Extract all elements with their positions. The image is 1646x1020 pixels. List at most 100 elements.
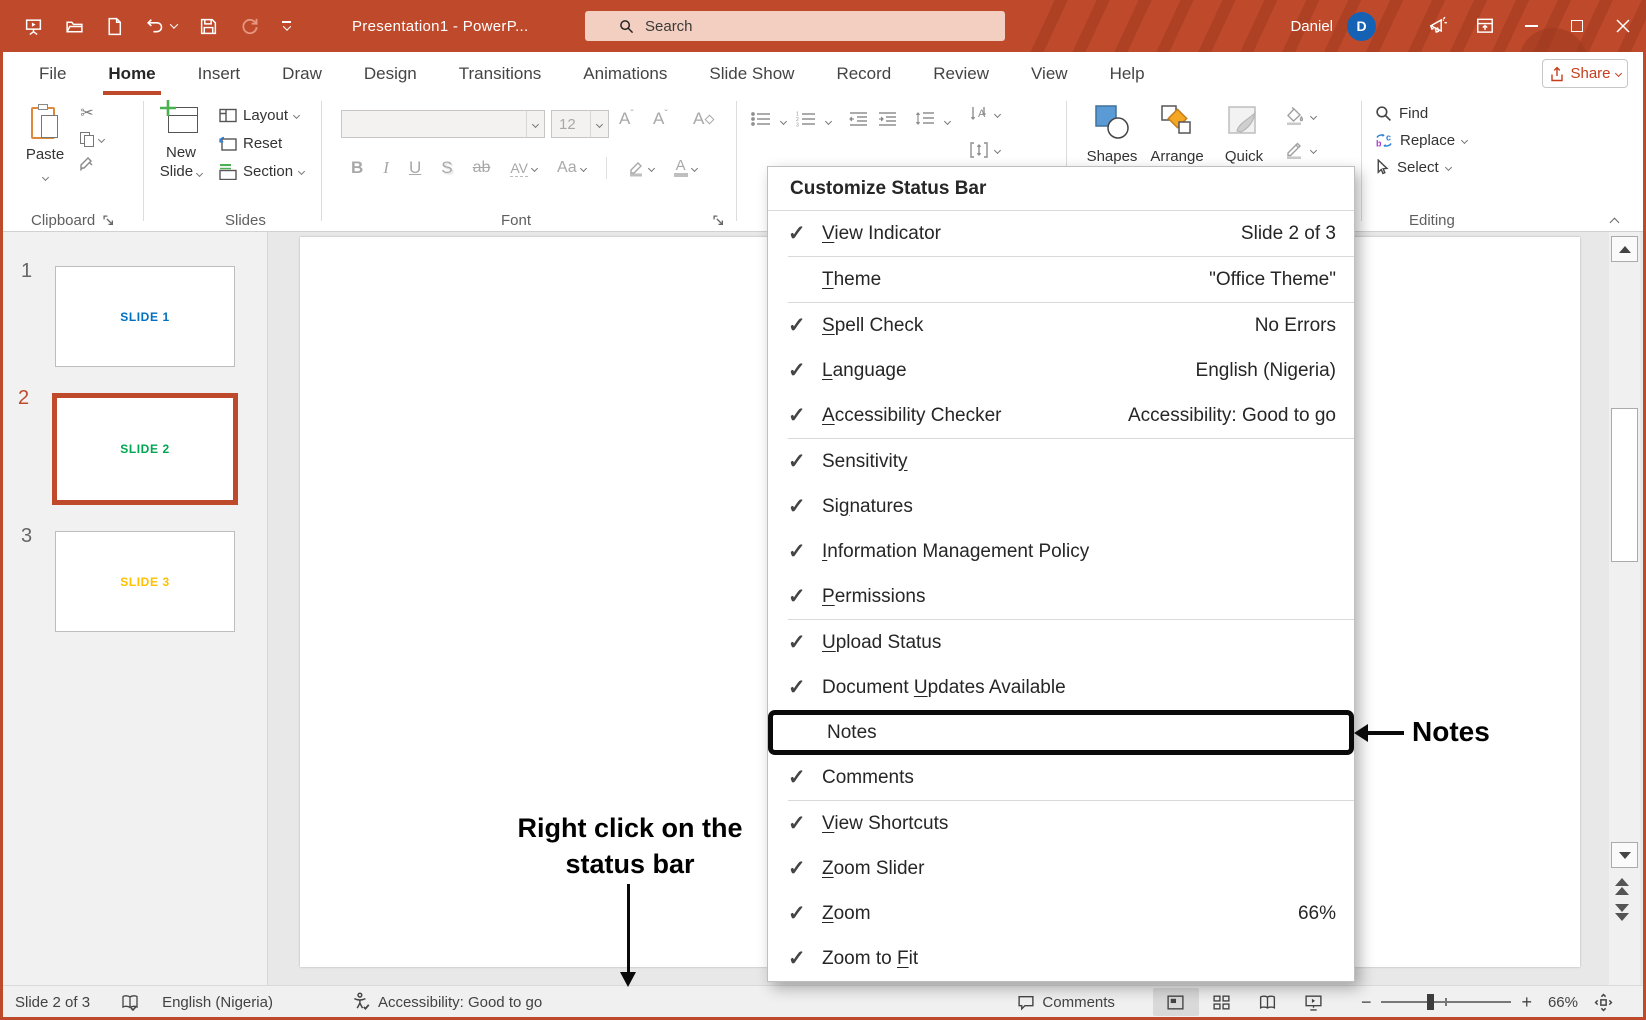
align-text-button[interactable] [969, 141, 1000, 159]
previous-slide-button[interactable] [1615, 878, 1629, 895]
close-button[interactable] [1600, 0, 1646, 52]
character-spacing-button[interactable]: AV [510, 160, 537, 177]
menu-item-comments[interactable]: ✓Comments [768, 755, 1354, 800]
replace-button[interactable]: bc Replace [1375, 132, 1467, 149]
coming-soon-icon[interactable] [1416, 0, 1462, 52]
zoom-out-button[interactable]: − [1359, 992, 1374, 1013]
strikethrough-button[interactable]: ab [473, 159, 491, 177]
text-shadow-button[interactable]: S [441, 158, 452, 178]
numbering-dropdown-icon[interactable] [825, 118, 832, 125]
new-file-icon[interactable] [106, 17, 123, 36]
slide-thumbnail-image[interactable]: SLIDE 2 [52, 393, 238, 505]
slideshow-view-button[interactable] [1291, 988, 1337, 1016]
font-name-combobox[interactable] [341, 110, 545, 138]
maximize-button[interactable] [1554, 0, 1600, 52]
share-button[interactable]: Share [1542, 59, 1628, 88]
layout-button[interactable]: Layout [219, 107, 304, 124]
language-status[interactable]: English (Nigeria) [162, 994, 273, 1011]
underline-button[interactable]: U [409, 158, 421, 178]
italic-button[interactable]: I [383, 158, 389, 178]
font-size-combobox[interactable]: 12 [551, 110, 609, 138]
menu-item-spell-check[interactable]: ✓Spell CheckNo Errors [768, 303, 1354, 348]
menu-item-information-management-policy[interactable]: ✓Information Management Policy [768, 529, 1354, 574]
status-bar[interactable]: Slide 2 of 3 English (Nigeria) Accessibi… [3, 985, 1643, 1017]
vertical-scrollbar[interactable] [1609, 232, 1640, 985]
cut-icon[interactable]: ✂ [80, 103, 93, 123]
menu-item-view-indicator[interactable]: ✓View IndicatorSlide 2 of 3 [768, 211, 1354, 256]
zoom-slider[interactable] [1381, 1001, 1511, 1003]
undo-button[interactable] [145, 17, 177, 36]
tab-draw[interactable]: Draw [261, 52, 343, 95]
share-dropdown-icon[interactable] [1614, 70, 1621, 77]
clear-formatting-button[interactable]: A [693, 109, 713, 129]
minimize-button[interactable] [1508, 0, 1554, 52]
copy-icon[interactable] [80, 132, 94, 147]
tab-home[interactable]: Home [87, 52, 176, 95]
menu-item-notes[interactable]: Notes [768, 710, 1354, 755]
fit-slide-to-window-icon[interactable] [1594, 993, 1613, 1012]
bold-button[interactable]: B [351, 158, 363, 178]
search-input[interactable] [645, 18, 975, 35]
text-highlight-button[interactable] [627, 159, 654, 177]
menu-item-language[interactable]: ✓LanguageEnglish (Nigeria) [768, 348, 1354, 393]
decrease-indent-button[interactable] [849, 111, 868, 132]
tab-insert[interactable]: Insert [177, 52, 262, 95]
menu-item-upload-status[interactable]: ✓Upload Status [768, 620, 1354, 665]
tab-animations[interactable]: Animations [562, 52, 688, 95]
menu-item-zoom-slider[interactable]: ✓Zoom Slider [768, 846, 1354, 891]
search-bar[interactable] [585, 11, 1005, 41]
tab-file[interactable]: File [18, 52, 87, 95]
menu-item-accessibility-checker[interactable]: ✓Accessibility CheckerAccessibility: Goo… [768, 393, 1354, 438]
slide-indicator[interactable]: Slide 2 of 3 [15, 994, 90, 1011]
slide-thumbnail-image[interactable]: SLIDE 1 [55, 266, 235, 367]
decrease-font-size-button[interactable]: Aˇ [653, 109, 668, 129]
reading-view-button[interactable] [1245, 988, 1291, 1016]
start-slideshow-icon[interactable] [24, 17, 43, 36]
zoom-in-button[interactable]: + [1519, 992, 1534, 1013]
tab-review[interactable]: Review [912, 52, 1010, 95]
paste-dropdown-icon[interactable] [41, 174, 48, 181]
menu-item-zoom-to-fit[interactable]: ✓Zoom to Fit [768, 936, 1354, 981]
font-color-button[interactable]: A [674, 159, 697, 177]
clipboard-dialog-launcher-icon[interactable] [103, 215, 114, 226]
normal-view-button[interactable] [1153, 988, 1199, 1016]
format-painter-icon[interactable] [79, 156, 95, 177]
next-slide-button[interactable] [1615, 904, 1629, 921]
customize-qat-icon[interactable] [282, 21, 291, 31]
slide-thumbnail-image[interactable]: SLIDE 3 [55, 531, 235, 632]
avatar[interactable]: D [1347, 12, 1376, 41]
copy-dropdown-icon[interactable] [98, 136, 105, 143]
change-case-button[interactable]: Aa [557, 159, 586, 177]
menu-item-sensitivity[interactable]: ✓Sensitivity [768, 439, 1354, 484]
scrollbar-thumb[interactable] [1611, 408, 1638, 562]
line-spacing-button[interactable] [915, 111, 935, 132]
open-file-icon[interactable] [65, 17, 84, 36]
arrange-button[interactable]: Arrange [1148, 103, 1206, 165]
shapes-button[interactable]: Shapes [1083, 103, 1141, 165]
zoom-percentage[interactable]: 66% [1548, 994, 1578, 1011]
collapse-ribbon-icon[interactable] [1611, 213, 1618, 231]
bullets-dropdown-icon[interactable] [780, 118, 787, 125]
select-button[interactable]: Select [1375, 159, 1467, 176]
tab-view[interactable]: View [1010, 52, 1089, 95]
tab-design[interactable]: Design [343, 52, 438, 95]
save-icon[interactable] [199, 17, 218, 36]
undo-dropdown-icon[interactable] [170, 20, 178, 28]
comments-button[interactable]: Comments [1017, 994, 1115, 1011]
scroll-up-button[interactable] [1611, 236, 1638, 262]
bullets-button[interactable] [751, 111, 771, 132]
slide-sorter-view-button[interactable] [1199, 988, 1245, 1016]
accessibility-status[interactable]: Accessibility: Good to go [351, 992, 542, 1012]
slide-thumbnail-3[interactable]: 3SLIDE 3 [55, 531, 267, 632]
shape-fill-button[interactable] [1285, 107, 1316, 125]
menu-item-document-updates-available[interactable]: ✓Document Updates Available [768, 665, 1354, 710]
menu-item-theme[interactable]: Theme"Office Theme" [768, 257, 1354, 302]
menu-item-zoom[interactable]: ✓Zoom66% [768, 891, 1354, 936]
font-dialog-launcher-icon[interactable] [713, 215, 724, 226]
paste-button[interactable]: Paste [25, 105, 65, 185]
ribbon-display-options-icon[interactable] [1462, 0, 1508, 52]
numbering-button[interactable]: 123 [796, 111, 816, 132]
text-direction-button[interactable]: A [969, 105, 1000, 123]
new-slide-button[interactable]: New Slide [155, 103, 207, 181]
slide-thumbnail-1[interactable]: 1SLIDE 1 [55, 266, 267, 367]
